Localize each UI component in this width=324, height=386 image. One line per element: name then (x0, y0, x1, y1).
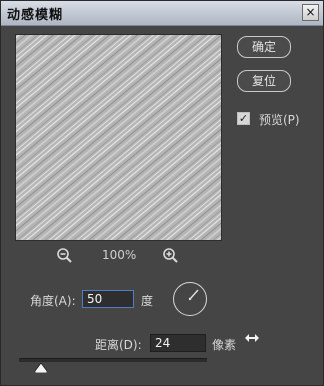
close-icon[interactable]: × (302, 4, 319, 21)
dialog-title: 动感模糊 (7, 8, 64, 23)
angle-label: 角度(A): (30, 294, 76, 308)
distance-slider-thumb[interactable] (35, 363, 47, 373)
angle-dial-icon[interactable] (173, 282, 207, 316)
angle-dial-graphic (188, 289, 199, 301)
angle-input[interactable] (82, 290, 134, 308)
distance-label: 距离(D): (95, 338, 142, 352)
distance-input[interactable] (150, 334, 206, 352)
angle-unit: 度 (141, 294, 154, 308)
scrub-cursor-icon (245, 334, 259, 342)
reset-button[interactable]: 复位 (237, 70, 291, 92)
zoom-controls: 100% (46, 247, 216, 267)
zoom-level: 100% (102, 248, 137, 262)
distance-slider-track[interactable] (19, 358, 207, 362)
distance-unit: 像素 (212, 338, 237, 352)
preview-image[interactable] (15, 34, 222, 241)
preview-checkbox[interactable]: ✓ (237, 112, 250, 125)
title-bar: 动感模糊 × (1, 1, 323, 26)
zoom-in-icon[interactable] (162, 247, 180, 265)
motion-blur-dialog: 动感模糊 × 100% 确定 复位 ✓ 预览(P) 角度(A): 50 度 距离… (0, 0, 324, 386)
ok-button[interactable]: 确定 (237, 36, 291, 58)
zoom-out-icon[interactable] (56, 247, 74, 265)
blur-texture (16, 35, 221, 240)
preview-label: 预览(P) (259, 113, 300, 127)
